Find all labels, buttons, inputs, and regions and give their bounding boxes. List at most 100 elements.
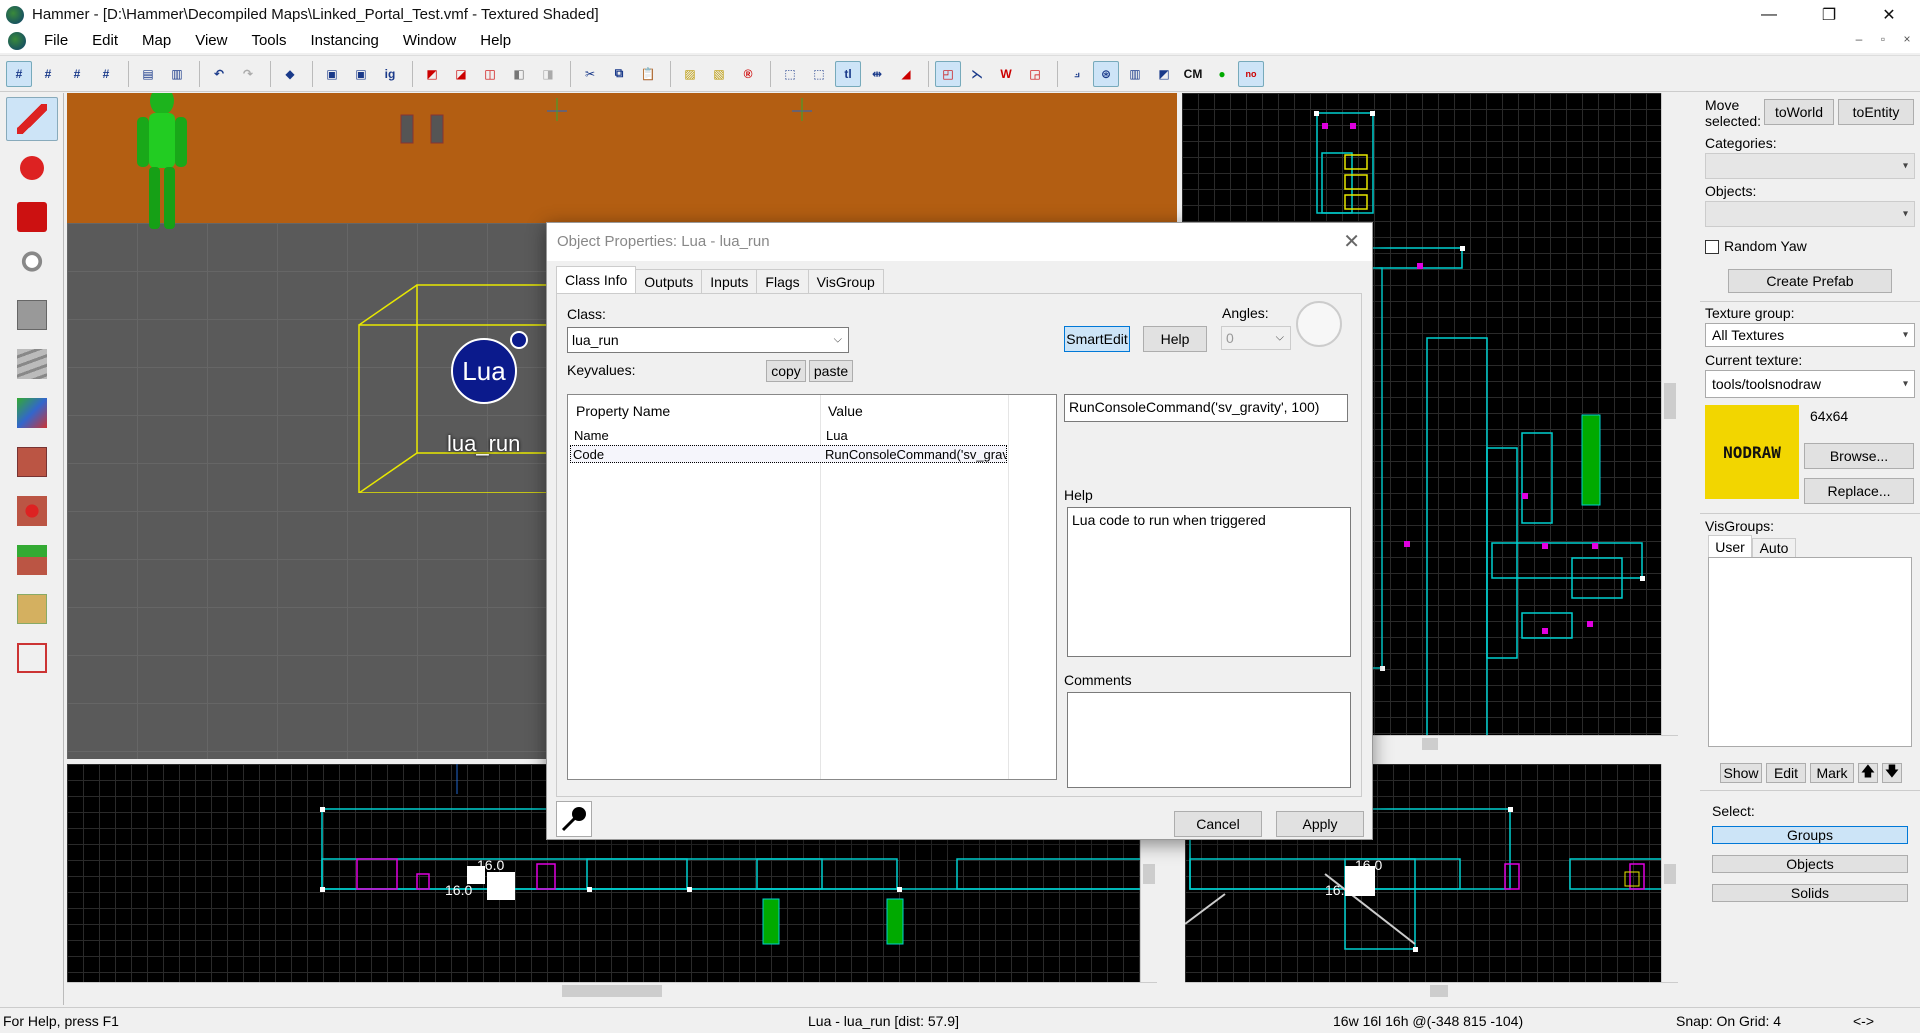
- player-model[interactable]: [127, 93, 197, 233]
- toggle-tl-icon[interactable]: tl: [835, 60, 861, 87]
- grid-toggle-icon[interactable]: #: [6, 60, 32, 87]
- entity-tool-icon[interactable]: [6, 244, 58, 288]
- select-region-icon[interactable]: ⬚: [806, 61, 832, 87]
- cancel-button[interactable]: Cancel: [1174, 811, 1262, 837]
- menu-view[interactable]: View: [183, 29, 239, 53]
- table-row[interactable]: Name Lua: [570, 427, 1007, 445]
- mark-button[interactable]: Mark: [1810, 763, 1854, 783]
- front-view-hscroll[interactable]: [67, 982, 1157, 999]
- cut-icon[interactable]: ✂: [577, 61, 603, 87]
- minimize-button[interactable]: —: [1740, 0, 1798, 29]
- visgroups-list[interactable]: [1708, 557, 1912, 747]
- apply-button[interactable]: Apply: [1276, 811, 1364, 837]
- texture-scale-lock-icon[interactable]: ▣: [348, 61, 374, 87]
- block-tool-icon[interactable]: [6, 293, 58, 337]
- ungroup-icon[interactable]: ▥: [164, 61, 190, 87]
- group-icon[interactable]: ▤: [135, 61, 161, 87]
- menu-map[interactable]: Map: [130, 29, 183, 53]
- table-row[interactable]: Code RunConsoleCommand('sv_grav: [570, 445, 1007, 463]
- current-texture-select[interactable]: tools/toolsnodraw ▾: [1705, 370, 1915, 398]
- col-property-name[interactable]: Property Name: [576, 403, 670, 419]
- angles-select[interactable]: 0 ⌵: [1221, 326, 1291, 350]
- carve-icon[interactable]: ◆: [277, 61, 303, 87]
- texture-group-select[interactable]: All Textures ▾: [1705, 323, 1915, 347]
- path-tool-icon[interactable]: [6, 636, 58, 680]
- dialog-close-icon[interactable]: ✕: [1343, 229, 1360, 254]
- menu-instancing[interactable]: Instancing: [299, 29, 391, 53]
- larger-grid-icon[interactable]: #: [93, 61, 119, 87]
- sound-icon[interactable]: ●: [1209, 61, 1235, 87]
- keyvalues-table[interactable]: Property Name Value Name Lua Code RunCon…: [567, 394, 1057, 780]
- visgroup-icon[interactable]: ◧: [506, 61, 532, 87]
- angle-dial[interactable]: [1296, 301, 1342, 347]
- magnify-tool-icon[interactable]: [6, 146, 58, 190]
- top-view-vscroll[interactable]: [1661, 93, 1678, 735]
- menu-help[interactable]: Help: [468, 29, 523, 53]
- decal-tool-icon[interactable]: [6, 440, 58, 484]
- mdi-close-button[interactable]: ×: [1896, 32, 1918, 46]
- mdi-restore-button[interactable]: ▫: [1872, 32, 1894, 46]
- categories-select[interactable]: ▾: [1705, 153, 1915, 179]
- select-solids-button[interactable]: Solids: [1712, 884, 1908, 902]
- redo-icon[interactable]: ↷: [235, 61, 261, 87]
- selection-tool-icon[interactable]: [6, 97, 58, 141]
- select-icon[interactable]: ⬚: [777, 61, 803, 87]
- document-icon[interactable]: [8, 32, 26, 50]
- overlay-icon[interactable]: ◩: [1151, 61, 1177, 87]
- copy-button[interactable]: copy: [766, 360, 806, 382]
- entities-icon[interactable]: ◲: [1022, 61, 1048, 87]
- maximize-button[interactable]: ❐: [1800, 0, 1858, 29]
- create-prefab-button[interactable]: Create Prefab: [1728, 269, 1892, 293]
- lighting-icon[interactable]: ⊛: [1093, 60, 1119, 87]
- flip-icon[interactable]: ⇹: [864, 61, 890, 87]
- lua-logo-icon[interactable]: Lua: [451, 338, 517, 404]
- models-icon[interactable]: ◰: [935, 60, 961, 87]
- camera-tool-icon[interactable]: [6, 195, 58, 239]
- overlay-tool-icon[interactable]: [6, 489, 58, 533]
- menu-file[interactable]: File: [32, 29, 80, 53]
- clipping-tool-icon[interactable]: [6, 538, 58, 582]
- paste-icon[interactable]: 📋: [635, 61, 661, 87]
- toggle-texture-icon[interactable]: ▨: [677, 61, 703, 87]
- tab-flags[interactable]: Flags: [756, 269, 809, 293]
- help-button[interactable]: Help: [1143, 326, 1207, 352]
- edit-button[interactable]: Edit: [1766, 763, 1806, 783]
- select-objects-button[interactable]: Objects: [1712, 855, 1908, 873]
- hide-selected-icon[interactable]: ◩: [419, 61, 445, 87]
- apply-texture-icon[interactable]: [6, 391, 58, 435]
- comments-text-area[interactable]: [1067, 692, 1351, 788]
- to-world-button[interactable]: toWorld: [1764, 99, 1834, 125]
- cubemap-icon[interactable]: CM: [1180, 61, 1206, 87]
- menu-tools[interactable]: Tools: [239, 29, 298, 53]
- toggle-decals-icon[interactable]: ▧: [706, 61, 732, 87]
- copy-icon[interactable]: ⧉: [606, 61, 632, 87]
- no-draw-icon[interactable]: no: [1238, 60, 1264, 87]
- cordon-icon[interactable]: ◢: [893, 61, 919, 87]
- tab-visgroups-user[interactable]: User: [1708, 535, 1752, 557]
- to-entity-button[interactable]: toEntity: [1838, 99, 1914, 125]
- texture-browser-icon[interactable]: ▥: [1122, 61, 1148, 87]
- run-map-icon[interactable]: ®: [735, 61, 761, 87]
- wall-props[interactable]: [397, 111, 457, 151]
- side-view-hscroll[interactable]: [1185, 982, 1678, 999]
- select-groups-button[interactable]: Groups: [1712, 826, 1908, 844]
- move-down-icon[interactable]: 🡇: [1882, 763, 1902, 783]
- random-yaw-checkbox[interactable]: [1705, 240, 1719, 254]
- value-edit-input[interactable]: RunConsoleCommand('sv_gravity', 100): [1064, 394, 1348, 422]
- browse-button[interactable]: Browse...: [1804, 443, 1914, 469]
- wireframe-icon[interactable]: ⟓: [1064, 61, 1090, 87]
- objects-select[interactable]: ▾: [1705, 201, 1915, 227]
- smaller-grid-icon[interactable]: #: [64, 61, 90, 87]
- eyedropper-icon[interactable]: [556, 801, 592, 837]
- visgroup-2-icon[interactable]: ◨: [535, 61, 561, 87]
- undo-icon[interactable]: ↶: [206, 61, 232, 87]
- show-button[interactable]: Show: [1720, 763, 1762, 783]
- show-all-icon[interactable]: ◫: [477, 61, 503, 87]
- menu-window[interactable]: Window: [391, 29, 468, 53]
- replace-button[interactable]: Replace...: [1804, 478, 1914, 504]
- menu-edit[interactable]: Edit: [80, 29, 130, 53]
- tab-class-info[interactable]: Class Info: [556, 266, 637, 293]
- move-up-icon[interactable]: 🡅: [1858, 763, 1878, 783]
- 3d-grid-icon[interactable]: #: [35, 61, 61, 87]
- tab-visgroups-auto[interactable]: Auto: [1752, 538, 1796, 557]
